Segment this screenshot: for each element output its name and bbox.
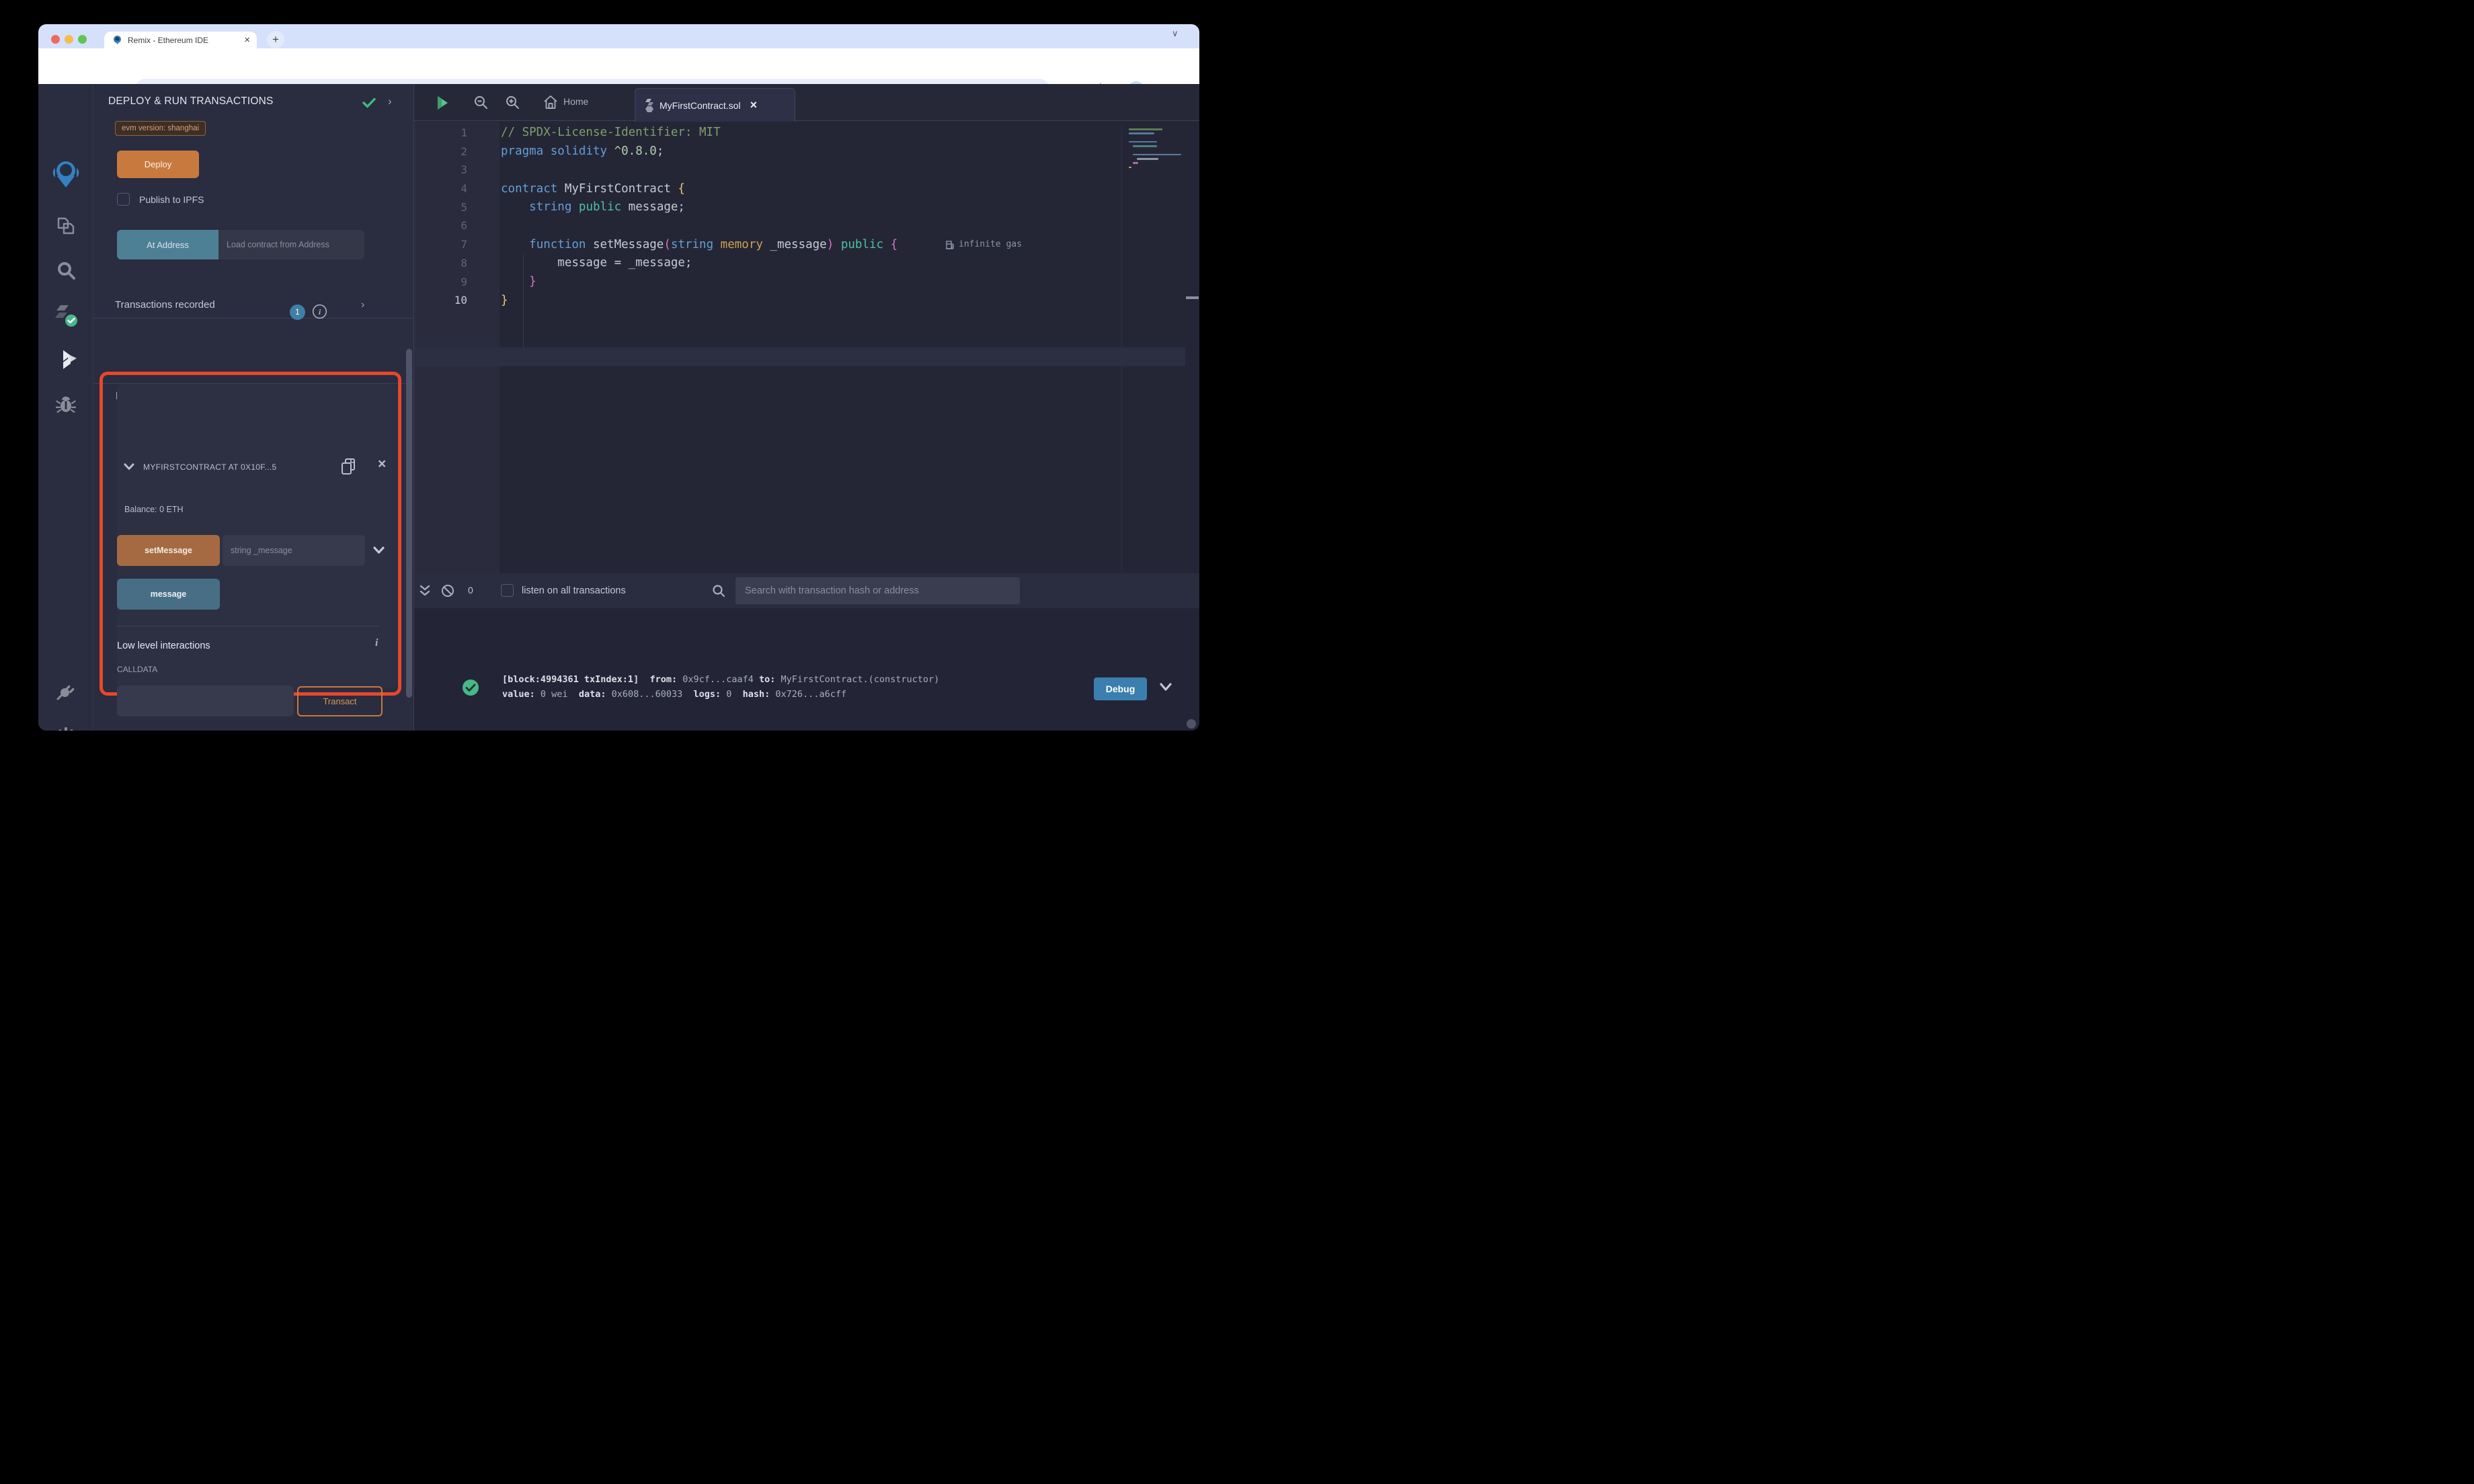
plugin-manager-icon[interactable]	[38, 681, 93, 701]
activity-bar	[38, 84, 93, 731]
traffic-minimize-button[interactable]	[65, 35, 73, 44]
expand-args-chevron-icon[interactable]	[373, 546, 385, 554]
publish-ipfs-checkbox[interactable]	[117, 193, 130, 206]
terminal-log-line[interactable]: value: 0 wei data: 0x608...60033 logs: 0…	[502, 689, 846, 700]
listen-all-checkbox[interactable]	[501, 584, 514, 597]
set-message-arg-input[interactable]	[223, 535, 365, 566]
low-level-title: Low level interactions	[117, 641, 210, 651]
editor-minimap[interactable]	[1121, 124, 1185, 573]
at-address-input[interactable]	[218, 230, 364, 259]
tab-file-close-icon[interactable]: ×	[750, 98, 758, 112]
copy-address-icon[interactable]	[341, 458, 356, 475]
traffic-close-button[interactable]	[51, 35, 60, 44]
set-message-function-button[interactable]: setMessage	[117, 535, 220, 566]
deploy-button[interactable]: Deploy	[117, 151, 199, 178]
active-tab-label: MyFirstContract.sol	[660, 99, 741, 111]
evm-version-badge: evm version: shanghai	[115, 121, 206, 136]
tab-search-chevron-icon[interactable]: ∨	[1172, 28, 1179, 39]
new-tab-button[interactable]: +	[267, 31, 284, 48]
settings-gear-icon[interactable]	[38, 727, 93, 731]
code-line[interactable]: 7 function setMessage(string memory _mes…	[414, 235, 1199, 254]
calldata-label: CALLDATA	[117, 665, 158, 674]
publish-ipfs-label: Publish to IPFS	[139, 194, 204, 205]
terminal-scroll-dot[interactable]	[1187, 719, 1196, 729]
transactions-chevron-icon[interactable]: ›	[361, 299, 364, 311]
search-icon[interactable]	[38, 261, 93, 280]
deploy-run-panel: DEPLOY & RUN TRANSACTIONS › evm version:…	[93, 84, 414, 731]
remix-logo-icon[interactable]	[38, 160, 93, 188]
code-editor: Home MyFirstContract.sol × 1// SPDX-Lice…	[414, 84, 1199, 573]
code-line[interactable]: 6	[414, 216, 1199, 235]
transactions-info-icon[interactable]: i	[312, 304, 327, 319]
compile-success-check-icon	[362, 97, 376, 108]
pending-tx-count: 0	[468, 585, 473, 595]
gas-annotation: infinite gas	[946, 239, 1022, 249]
file-explorer-icon[interactable]	[38, 216, 93, 236]
tx-success-check-icon	[462, 679, 479, 696]
code-line[interactable]: 2 pragma solidity ^0.8.0;	[414, 142, 1199, 161]
message-getter-button[interactable]: message	[117, 579, 220, 610]
debugger-icon[interactable]	[38, 395, 93, 415]
terminal-search-icon	[712, 584, 725, 597]
code-line[interactable]: 8 message = _message;	[414, 254, 1199, 273]
solidity-compiler-icon[interactable]	[38, 304, 93, 328]
zoom-out-icon[interactable]	[474, 95, 488, 110]
editor-tabbar: Home MyFirstContract.sol ×	[414, 84, 1199, 122]
low-level-info-icon[interactable]: i	[375, 637, 378, 649]
home-icon[interactable]	[543, 95, 558, 110]
solidity-file-icon	[645, 98, 654, 113]
current-line-highlight	[414, 347, 1185, 366]
log-expand-chevron-icon[interactable]	[1160, 683, 1172, 692]
traffic-zoom-button[interactable]	[78, 35, 87, 44]
code-line[interactable]: 9 }	[414, 272, 1199, 291]
collapse-terminal-icon[interactable]	[420, 585, 430, 597]
remix-app: DEPLOY & RUN TRANSACTIONS › evm version:…	[38, 84, 1199, 731]
tab-home[interactable]: Home	[563, 96, 588, 107]
gas-pump-icon	[946, 240, 954, 249]
contract-balance: Balance: 0 ETH	[124, 505, 184, 514]
calldata-input[interactable]	[117, 686, 294, 716]
terminal-toolbar: 0 listen on all transactions	[414, 573, 1199, 608]
browser-toolbar: remix.ethereum.org/#lang=en&optimize=fal…	[38, 48, 1199, 101]
contract-card-title: MYFIRSTCONTRACT AT 0X10F...5	[143, 462, 277, 472]
tab-myfirstcontract[interactable]: MyFirstContract.sol ×	[635, 88, 795, 122]
tab-title: Remix - Ethereum IDE	[128, 35, 209, 45]
editor-scroll-lane[interactable]	[1185, 122, 1199, 573]
tab-close-icon[interactable]: ×	[244, 34, 250, 46]
code-line[interactable]: 5 string public message;	[414, 198, 1199, 216]
editor-scroll-thumb[interactable]	[1186, 296, 1199, 299]
remix-favicon-icon	[112, 35, 122, 45]
panel-expand-chevron-icon[interactable]: ›	[388, 95, 392, 108]
listen-all-label: listen on all transactions	[522, 585, 626, 596]
code-line[interactable]: 10}	[414, 291, 1199, 310]
transact-button[interactable]: Transact	[297, 686, 383, 716]
code-line[interactable]: 1// SPDX-License-Identifier: MIT	[414, 124, 1199, 142]
screenshot-root: Remix - Ethereum IDE × + ∨ remix.ethereu…	[0, 0, 1237, 742]
browser-tab[interactable]: Remix - Ethereum IDE ×	[104, 32, 257, 48]
deploy-run-icon[interactable]	[38, 349, 93, 372]
remove-contract-icon[interactable]: ×	[378, 456, 386, 472]
panel-scrollbar[interactable]	[406, 349, 412, 698]
terminal-search-input[interactable]	[735, 577, 1020, 604]
run-script-play-icon[interactable]	[436, 95, 448, 110]
transactions-count-badge: 1	[290, 304, 305, 320]
code-line[interactable]: 4 contract MyFirstContract {	[414, 179, 1199, 198]
browser-window: Remix - Ethereum IDE × + ∨ remix.ethereu…	[38, 24, 1199, 731]
code-line[interactable]: 3	[414, 161, 1199, 179]
transactions-recorded-label: Transactions recorded	[115, 299, 215, 311]
terminal-log-line[interactable]: [block:4994361 txIndex:1] from: 0x9cf...…	[502, 674, 939, 685]
zoom-in-icon[interactable]	[506, 95, 520, 110]
terminal: 0 listen on all transactions [block:4994…	[414, 573, 1199, 731]
clear-console-icon[interactable]	[441, 584, 454, 597]
svg-text:i: i	[319, 307, 321, 317]
debug-button[interactable]: Debug	[1094, 677, 1147, 700]
panel-title: DEPLOY & RUN TRANSACTIONS	[108, 95, 274, 107]
browser-tabstrip: Remix - Ethereum IDE × + ∨	[38, 24, 1199, 48]
at-address-button[interactable]: At Address	[117, 230, 218, 259]
contract-collapse-chevron-icon[interactable]	[124, 463, 134, 470]
deployed-contract-card: MYFIRSTCONTRACT AT 0X10F...5 × Balance: …	[117, 384, 397, 716]
